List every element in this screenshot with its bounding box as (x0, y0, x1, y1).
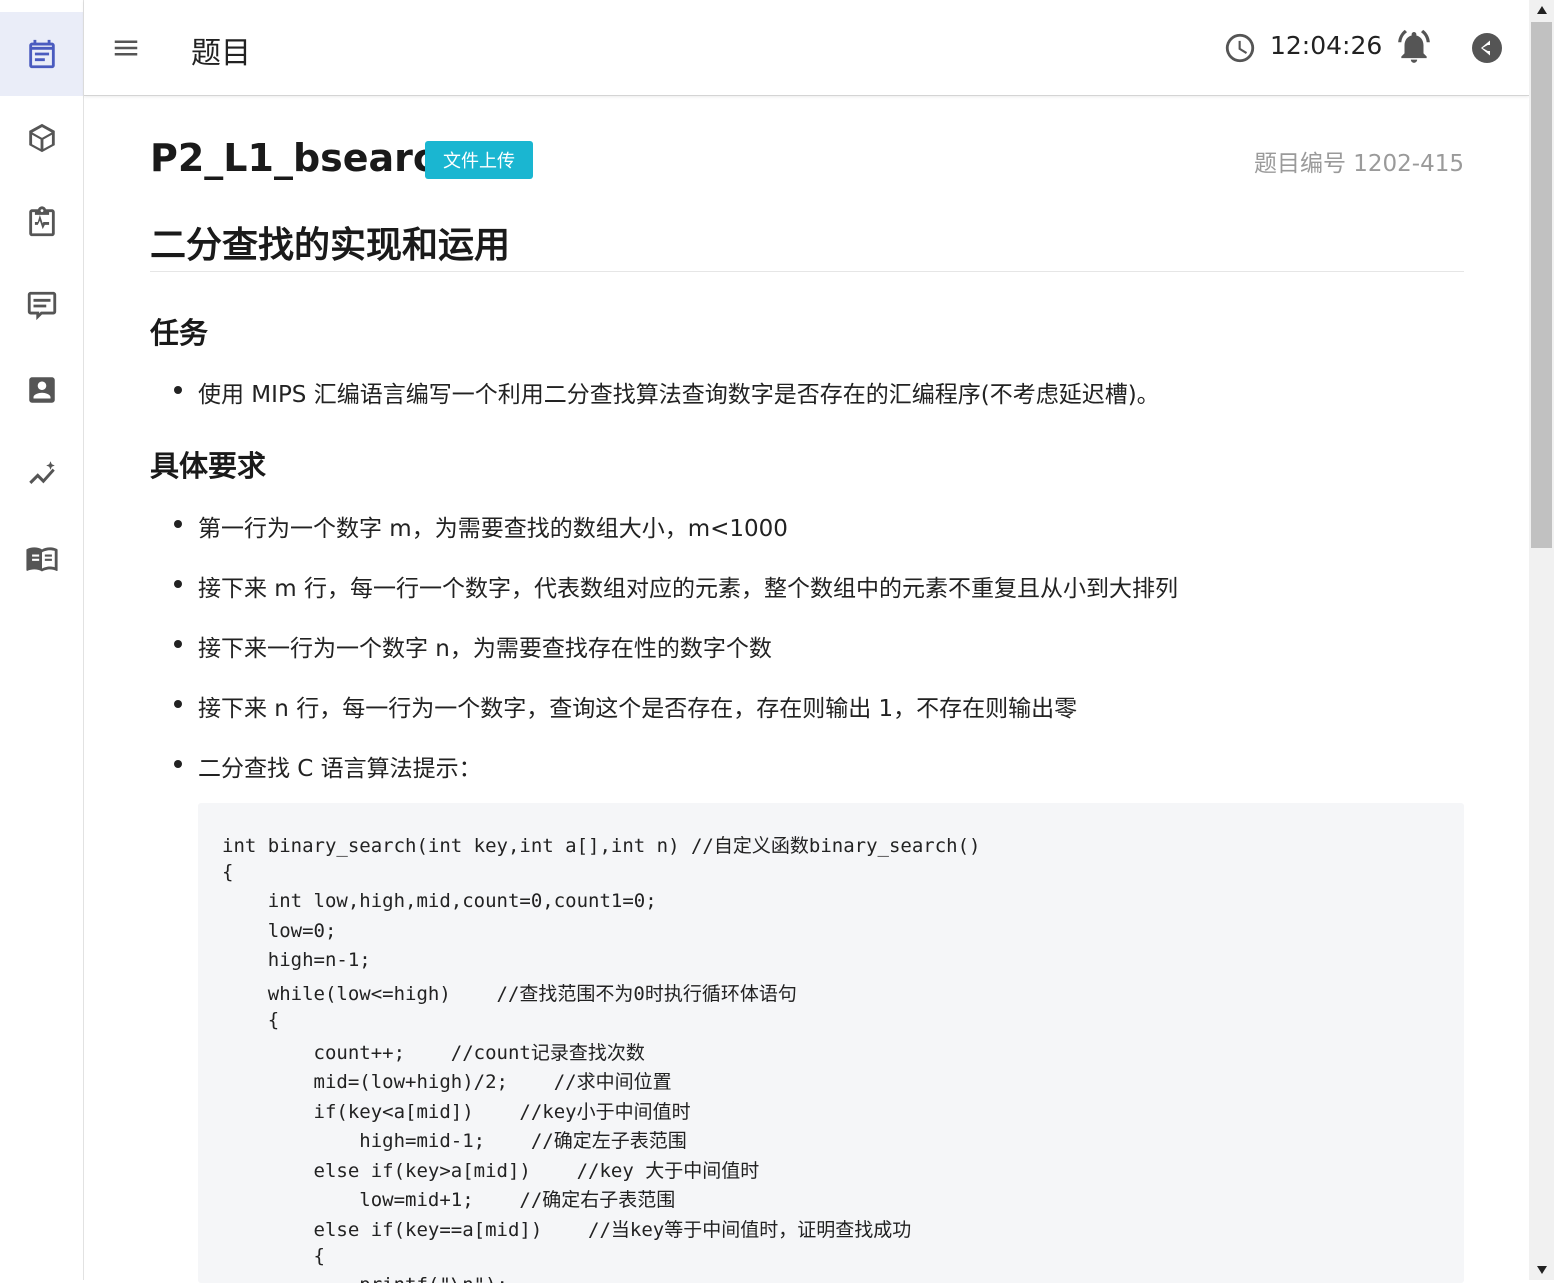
requirement-item: 接下来一行为一个数字 n，为需要查找存在性的数字个数 (198, 636, 772, 662)
account-box-icon (28, 377, 55, 403)
scroll-down-arrow[interactable] (1529, 1260, 1554, 1280)
code-line: { (222, 861, 234, 883)
scrollbar-thumb[interactable] (1531, 22, 1552, 548)
code-line: int binary_search(int key,int a[],int n)… (222, 835, 981, 857)
back-button[interactable] (1469, 30, 1505, 66)
code-block[interactable]: int binary_search(int key,int a[],int n)… (198, 803, 1464, 1283)
cube-icon (28, 123, 55, 153)
bullet-dot (174, 760, 182, 768)
problem-title: 二分查找的实现和运用 (150, 225, 511, 266)
page-title: 题目 (191, 36, 251, 71)
scroll-up-arrow[interactable] (1529, 0, 1554, 20)
task-item: 使用 MIPS 汇编语言编写一个利用二分查找算法查询数字是否存在的汇编程序(不考… (198, 382, 1160, 408)
sidebar-item-clipboard[interactable] (0, 180, 83, 264)
notifications-button[interactable] (1395, 28, 1433, 66)
bullet-dot (174, 640, 182, 648)
code-line: count++; //count记录查找次数 (222, 1042, 645, 1064)
sidebar-item-problems[interactable] (0, 12, 83, 96)
calendar-icon (28, 39, 55, 69)
title-divider (150, 271, 1464, 272)
code-line: { (222, 1245, 325, 1267)
section-heading-task: 任务 (150, 316, 209, 350)
requirement-item: 第一行为一个数字 m，为需要查找的数组大小，m<1000 (198, 516, 788, 542)
problem-number: 题目编号 1202-415 (1253, 151, 1464, 177)
code-line: while(low<=high) //查找范围不为0时执行循环体语句 (222, 983, 797, 1005)
chart-line-icon (28, 461, 55, 485)
page-scrollbar[interactable] (1529, 0, 1554, 1280)
code-line: low=0; (222, 920, 337, 942)
clock-icon (1225, 33, 1255, 63)
code-line: high=mid-1; //确定左子表范围 (222, 1130, 687, 1152)
section-heading-requirements: 具体要求 (150, 449, 267, 483)
sidebar-item-statistics[interactable] (0, 432, 83, 516)
code-line: else if(key==a[mid]) //当key等于中间值时，证明查找成功 (222, 1219, 912, 1241)
book-open-icon (25, 547, 58, 572)
triangle-up-icon (1536, 6, 1547, 14)
clipboard-pulse-icon (28, 206, 55, 237)
code-line: int low,high,mid,count=0,count1=0; (222, 890, 657, 912)
hamburger-menu-icon (114, 40, 138, 56)
sidebar-item-docs[interactable] (0, 516, 83, 600)
comment-icon (27, 291, 56, 321)
code-line: printf("\n"); (222, 1274, 508, 1283)
code-line: { (222, 1009, 280, 1031)
problem-header: P2_L1_bsearch 文件上传 题目编号 1202-415 (150, 100, 1464, 220)
menu-button[interactable] (108, 30, 144, 66)
bullet-dot (174, 520, 182, 528)
code-line: if(key<a[mid]) //key小于中间值时 (222, 1101, 691, 1123)
bullet-dot (174, 700, 182, 708)
sidebar-item-cube[interactable] (0, 96, 83, 180)
problem-type-badge: 文件上传 (425, 141, 533, 179)
code-line: high=n-1; (222, 949, 371, 971)
code-line: else if(key>a[mid]) //key 大于中间值时 (222, 1160, 760, 1182)
code-line: low=mid+1; //确定右子表范围 (222, 1189, 676, 1211)
bullet-dot (174, 580, 182, 588)
requirement-item: 接下来 n 行，每一行为一个数字，查询这个是否存在，存在则输出 1，不存在则输出… (198, 696, 1078, 722)
problem-id: P2_L1_bsearch (150, 136, 463, 180)
back-arrow-circle-icon (1472, 33, 1502, 63)
requirement-item: 二分查找 C 语言算法提示： (198, 756, 482, 782)
sidebar (0, 0, 84, 1280)
requirement-item: 接下来 m 行，每一行一个数字，代表数组对应的元素，整个数组中的元素不重复且从小… (198, 576, 1179, 602)
code-line: mid=(low+high)/2; //求中间位置 (222, 1071, 672, 1093)
bullet-dot (174, 386, 182, 394)
top-app-bar: 题目 12:04:26 (84, 0, 1529, 96)
sidebar-item-profile[interactable] (0, 348, 83, 432)
sidebar-item-comments[interactable] (0, 264, 83, 348)
clock-readout: 12:04:26 (1270, 31, 1383, 60)
triangle-down-icon (1536, 1266, 1547, 1274)
bell-ring-icon (1398, 29, 1430, 63)
